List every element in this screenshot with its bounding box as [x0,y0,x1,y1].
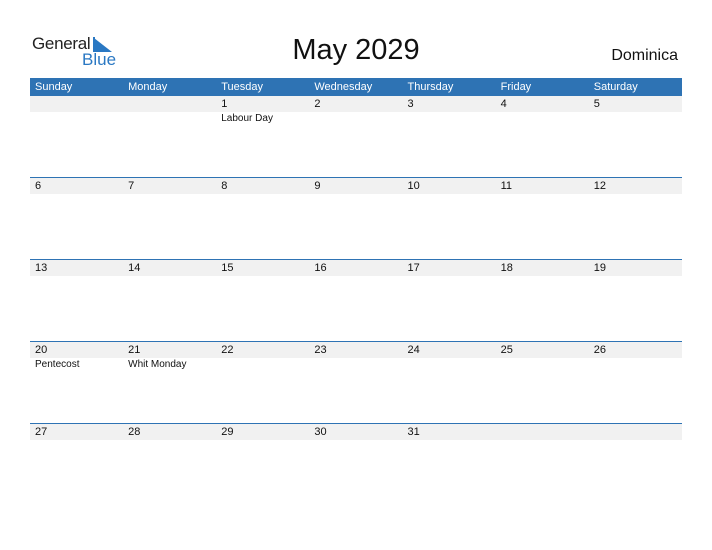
holiday-label [589,112,682,126]
holiday-label [403,358,496,372]
week-row: 1 2 3 4 5 Labour Day [30,96,682,177]
day-number: 27 [35,426,48,438]
day-number: 2 [314,98,321,110]
day-number-row: 20 21 22 23 24 25 26 [30,342,682,358]
day-number: 20 [35,344,48,356]
day-number: 18 [500,262,513,274]
weekday-wednesday: Wednesday [314,81,373,93]
day-number: 3 [407,98,414,110]
holiday-label: Whit Monday [128,359,187,370]
day-number: 30 [314,426,327,438]
day-number: 26 [593,344,606,356]
holiday-label [589,358,682,372]
weekday-tuesday: Tuesday [221,81,264,93]
day-number: 19 [593,262,606,274]
holiday-label [496,358,589,372]
holiday-label: Labour Day [221,113,273,124]
week-row: 20 21 22 23 24 25 26 Pentecost Whit Monday [30,341,682,423]
day-number-row: 27 28 29 30 31 [30,424,682,440]
day-number: 22 [221,344,234,356]
day-number: 11 [500,180,513,192]
weekday-saturday: Saturday [593,81,638,93]
country-label: Dominica [611,47,678,64]
day-number: 4 [500,98,507,110]
week-row: 13 14 15 16 17 18 19 [30,259,682,341]
day-number-row: 13 14 15 16 17 18 19 [30,260,682,276]
holiday-label [309,358,402,372]
weekday-sunday: Sunday [35,81,73,93]
holiday-label [403,112,496,126]
holiday-label [123,112,216,126]
weekday-friday: Friday [500,81,532,93]
day-number: 17 [407,262,420,274]
calendar: Sunday Monday Tuesday Wednesday Thursday… [30,78,682,505]
holiday-label [216,358,309,372]
day-number: 23 [314,344,327,356]
day-number: 1 [221,98,228,110]
day-number [589,424,682,440]
day-number [123,96,216,112]
day-number: 10 [407,180,420,192]
day-number [30,96,123,112]
holiday-label: Pentecost [35,359,80,370]
week-row: 6 7 8 9 10 11 12 [30,177,682,259]
day-number: 21 [128,344,141,356]
day-number: 25 [500,344,513,356]
day-number-row: 1 2 3 4 5 [30,96,682,112]
day-number: 7 [128,180,135,192]
day-number: 28 [128,426,141,438]
day-number: 13 [35,262,48,274]
day-number: 9 [314,180,321,192]
event-row: Pentecost Whit Monday [30,358,682,372]
weekday-monday: Monday [128,81,168,93]
day-number: 31 [407,426,420,438]
holiday-label [30,112,123,126]
day-number: 8 [221,180,228,192]
day-number: 16 [314,262,327,274]
holiday-label [496,112,589,126]
event-row: Labour Day [30,112,682,126]
weekday-header: Sunday Monday Tuesday Wednesday Thursday… [30,78,682,96]
page-title: May 2029 [292,34,420,66]
week-row: 27 28 29 30 31 [30,423,682,505]
day-number: 5 [593,98,600,110]
day-number: 6 [35,180,42,192]
day-number: 12 [593,180,606,192]
holiday-label [309,112,402,126]
day-number: 24 [407,344,420,356]
weekday-thursday: Thursday [407,81,454,93]
day-number: 15 [221,262,234,274]
day-number: 29 [221,426,234,438]
day-number [496,424,589,440]
day-number-row: 6 7 8 9 10 11 12 [30,178,682,194]
day-number: 14 [128,262,141,274]
